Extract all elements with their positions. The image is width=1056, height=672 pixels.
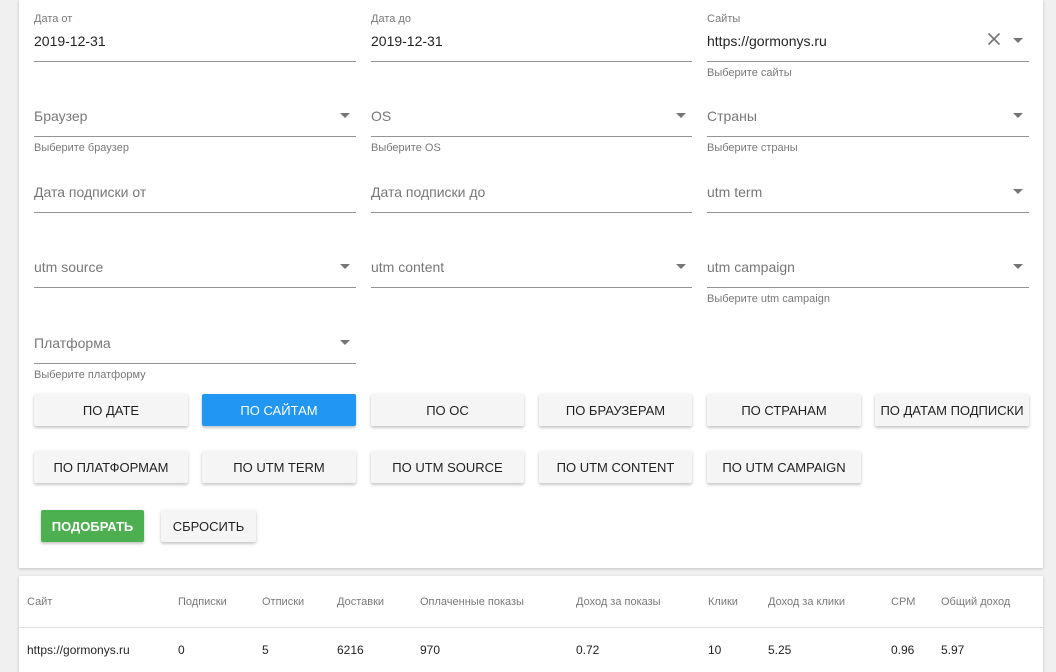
countries-select[interactable]: Страны Выберите страны <box>707 107 1029 154</box>
reset-button[interactable]: Сбросить <box>161 510 256 542</box>
utm-campaign-helper: Выберите utm campaign <box>707 293 830 305</box>
date-from-field[interactable]: Дата от 2019-12-31 <box>34 13 356 62</box>
cell-total-revenue: 5.97 <box>941 643 965 657</box>
cell-impression-revenue: 0.72 <box>576 643 600 657</box>
header-deliveries: Доставки <box>337 596 385 608</box>
sub-date-from-placeholder: Дата подписки от <box>34 184 147 200</box>
platform-placeholder: Платформа <box>34 335 111 351</box>
header-site: Сайт <box>27 596 53 608</box>
utm-term-select[interactable]: utm term <box>707 183 1029 213</box>
header-clicks: Клики <box>708 596 738 608</box>
group-by-date-button[interactable]: По дате <box>34 394 188 426</box>
os-helper: Выберите OS <box>371 142 441 154</box>
group-by-platforms-button[interactable]: По платформам <box>34 451 188 483</box>
utm-term-placeholder: utm term <box>707 184 763 200</box>
browser-placeholder: Браузер <box>34 108 88 124</box>
sites-value: https://gormonys.ru <box>707 33 827 49</box>
sub-date-to-field[interactable]: Дата подписки до <box>371 183 692 213</box>
chevron-down-icon[interactable] <box>1013 264 1023 269</box>
group-by-countries-button[interactable]: По странам <box>707 394 861 426</box>
chevron-down-icon[interactable] <box>676 264 686 269</box>
header-unsubscriptions: Отписки <box>262 596 305 608</box>
sub-date-from-field[interactable]: Дата подписки от <box>34 183 356 213</box>
countries-placeholder: Страны <box>707 108 757 124</box>
header-cpm: CPM <box>891 596 916 608</box>
cell-subscriptions: 0 <box>178 643 185 657</box>
utm-campaign-placeholder: utm campaign <box>707 259 795 275</box>
group-by-sites-button[interactable]: По сайтам <box>202 394 356 426</box>
date-to-label: Дата до <box>371 13 411 25</box>
os-placeholder: OS <box>371 108 392 124</box>
header-impression-revenue: Доход за показы <box>576 596 661 608</box>
chevron-down-icon[interactable] <box>340 340 350 345</box>
utm-campaign-select[interactable]: utm campaign Выберите utm campaign <box>707 258 1029 305</box>
group-by-utm-content-button[interactable]: По UTM CONTENT <box>539 451 692 483</box>
cell-site: https://gormonys.ru <box>27 643 130 657</box>
cell-click-revenue: 5.25 <box>768 643 792 657</box>
utm-source-placeholder: utm source <box>34 259 104 275</box>
browser-select[interactable]: Браузер Выберите браузер <box>34 107 356 154</box>
header-divider <box>19 627 1043 628</box>
chevron-down-icon[interactable] <box>340 113 350 118</box>
clear-icon[interactable] <box>985 30 1003 48</box>
utm-content-placeholder: utm content <box>371 259 445 275</box>
cell-unsubscriptions: 5 <box>262 643 269 657</box>
chevron-down-icon[interactable] <box>340 264 350 269</box>
countries-helper: Выберите страны <box>707 142 798 154</box>
chevron-down-icon[interactable] <box>1013 113 1023 118</box>
header-click-revenue: Доход за клики <box>768 596 845 608</box>
header-subscriptions: Подписки <box>178 596 227 608</box>
results-table: Сайт Подписки Отписки Доставки Оплаченны… <box>19 576 1043 672</box>
group-by-utm-source-button[interactable]: По UTM SOURCE <box>371 451 524 483</box>
group-by-browsers-button[interactable]: По браузерам <box>539 394 692 426</box>
platform-select[interactable]: Платформа Выберите платформу <box>34 334 356 381</box>
group-by-utm-campaign-button[interactable]: По UTM CAMPAIGN <box>707 451 861 483</box>
utm-content-select[interactable]: utm content <box>371 258 692 288</box>
cell-cpm: 0.96 <box>891 643 915 657</box>
browser-helper: Выберите браузер <box>34 142 129 154</box>
cell-deliveries: 6216 <box>337 643 364 657</box>
sub-date-to-placeholder: Дата подписки до <box>371 184 486 200</box>
group-by-sub-dates-button[interactable]: По датам подписки <box>875 394 1029 426</box>
utm-source-select[interactable]: utm source <box>34 258 356 288</box>
group-by-os-button[interactable]: По ОС <box>371 394 524 426</box>
submit-button[interactable]: Подобрать <box>41 510 144 542</box>
header-total-revenue: Общий доход <box>941 596 1011 608</box>
cell-clicks: 10 <box>708 643 722 657</box>
chevron-down-icon[interactable] <box>1013 38 1023 43</box>
sites-label: Сайты <box>707 13 741 25</box>
date-from-value: 2019-12-31 <box>34 33 106 49</box>
date-to-field[interactable]: Дата до 2019-12-31 <box>371 13 692 62</box>
date-to-value: 2019-12-31 <box>371 33 443 49</box>
cell-paid-impressions: 970 <box>420 643 441 657</box>
sites-select[interactable]: Сайты https://gormonys.ru Выберите сайты <box>707 13 1029 79</box>
platform-helper: Выберите платформу <box>34 369 146 381</box>
filters-card: Дата от 2019-12-31 Дата до 2019-12-31 Са… <box>19 0 1043 568</box>
group-by-utm-term-button[interactable]: По UTM TERM <box>202 451 356 483</box>
os-select[interactable]: OS Выберите OS <box>371 107 692 154</box>
date-from-label: Дата от <box>34 13 73 25</box>
chevron-down-icon[interactable] <box>1013 189 1023 194</box>
sites-helper: Выберите сайты <box>707 67 792 79</box>
header-paid-impressions: Оплаченные показы <box>420 596 524 608</box>
chevron-down-icon[interactable] <box>676 113 686 118</box>
